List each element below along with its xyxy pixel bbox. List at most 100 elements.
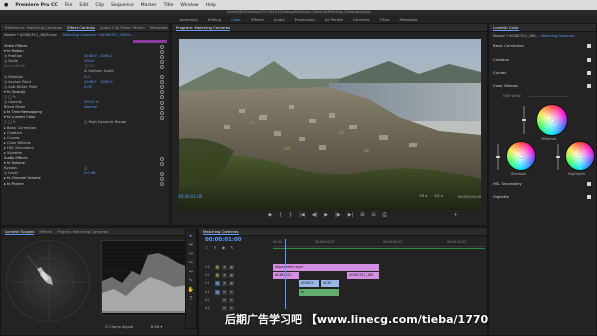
- highlights-brightness-slider[interactable]: [556, 144, 559, 170]
- track-lock-icon[interactable]: 🔒: [215, 273, 220, 278]
- button-editor-icon[interactable]: +: [454, 212, 458, 218]
- track-mute-icon[interactable]: M: [222, 290, 227, 295]
- midtones-color-wheel[interactable]: [536, 104, 568, 136]
- tab-program-monitor[interactable]: Program: Matching Cameras: [176, 25, 231, 31]
- track-mute-icon[interactable]: M: [222, 298, 227, 303]
- workspace-titles[interactable]: Titles: [379, 17, 389, 22]
- section-curves[interactable]: Curves: [493, 70, 593, 76]
- timeline-timecode[interactable]: 00:00:01:00: [205, 237, 241, 243]
- effect-row[interactable]: ▸ fx Panner: [4, 182, 168, 187]
- time-ruler[interactable]: 00:00 00:00:04:23 00:00:09:23 00:00:14:2…: [273, 239, 485, 247]
- linked-selection-icon[interactable]: ⚲: [214, 245, 219, 250]
- menu-marker[interactable]: Marker: [141, 3, 157, 8]
- type-tool-icon[interactable]: T: [188, 296, 195, 302]
- workspace-effects[interactable]: Effects: [251, 17, 264, 22]
- step-forward-icon[interactable]: |▶: [335, 212, 341, 218]
- video-clip[interactable]: A038C5: [299, 280, 319, 287]
- tab-effects[interactable]: Effects: [39, 229, 52, 234]
- menu-sequence[interactable]: Sequence: [111, 3, 134, 8]
- selection-tool-icon[interactable]: ▸: [188, 233, 195, 239]
- reset-parameter-icon[interactable]: [160, 85, 164, 90]
- playback-resolution-dropdown[interactable]: 1/2 ▾: [434, 194, 443, 199]
- highlights-wheel-handle[interactable]: [578, 154, 582, 158]
- reset-parameter-icon[interactable]: [160, 75, 164, 80]
- tab-lumetri-scopes[interactable]: Lumetri Scopes: [5, 229, 35, 235]
- track-lock-icon[interactable]: 🔒: [215, 265, 220, 270]
- workspace-metadata[interactable]: Metadata: [400, 17, 418, 22]
- tab-metadata[interactable]: Metadata: [150, 25, 168, 30]
- program-timecode[interactable]: 00:00:01:00: [178, 194, 202, 199]
- section-enable-checkbox[interactable]: [587, 182, 591, 186]
- reset-parameter-icon[interactable]: [160, 100, 164, 105]
- lumetri-clip-selector[interactable]: Matching Cameras...: [541, 34, 577, 39]
- workspace-editing[interactable]: Editing: [208, 17, 221, 22]
- tab-lumetri-color[interactable]: Lumetri Color: [493, 25, 519, 31]
- clamp-signal-checkbox[interactable]: ☐ Clamp Signal: [105, 325, 133, 330]
- bit-depth-dropdown[interactable]: 8 Bit ▾: [151, 325, 162, 330]
- reset-parameter-icon[interactable]: [160, 64, 164, 69]
- track-eye-icon[interactable]: ◉: [229, 273, 234, 278]
- tab-effect-controls[interactable]: Effect Controls: [67, 25, 95, 31]
- hdr-white-slider[interactable]: [529, 96, 569, 97]
- hand-tool-icon[interactable]: ✋: [188, 287, 195, 293]
- section-basic-correction[interactable]: Basic Correction: [493, 43, 593, 49]
- reset-parameter-icon[interactable]: [160, 54, 164, 59]
- adjustment-layer-clip[interactable]: Adjustment Layer: [273, 264, 379, 271]
- mark-out-icon[interactable]: }: [289, 212, 292, 218]
- track-target-icon[interactable]: ▣: [215, 281, 220, 286]
- step-back-icon[interactable]: ◀|: [312, 212, 318, 218]
- workspace-color[interactable]: Color: [231, 17, 241, 22]
- menu-edit[interactable]: Edit: [79, 3, 88, 8]
- apple-menu-icon[interactable]: ●: [4, 2, 8, 8]
- lumetri-source-selector[interactable]: Master * A038C511_180...: [493, 34, 539, 39]
- extract-icon[interactable]: ⊟: [371, 212, 375, 218]
- tab-sequence-matching-cameras[interactable]: Matching Cameras: [203, 229, 239, 235]
- snap-icon[interactable]: ⊂: [205, 245, 210, 250]
- source-clip-selector[interactable]: Master * A038C511_180F.mov: [4, 33, 57, 38]
- video-clip[interactable]: A038: [321, 280, 339, 287]
- playhead[interactable]: [285, 239, 286, 309]
- section-enable-checkbox[interactable]: [587, 58, 591, 62]
- workspace-production[interactable]: Production: [295, 17, 315, 22]
- section-enable-checkbox[interactable]: [587, 71, 591, 75]
- tab-reference-monitor[interactable]: Reference: Matching Cameras: [5, 25, 62, 30]
- tab-project[interactable]: Project: Matching Cameras: [57, 229, 108, 234]
- reset-parameter-icon[interactable]: [160, 105, 164, 110]
- program-video-frame[interactable]: [179, 39, 481, 210]
- tab-audio-clip-mixer[interactable]: Audio Clip Mixer: Match: [100, 25, 145, 30]
- shadows-wheel-handle[interactable]: [519, 154, 523, 158]
- timeline-settings-icon[interactable]: ✎: [230, 245, 235, 250]
- sequence-clip-selector[interactable]: Matching Cameras * A038C511_18001...: [63, 33, 134, 38]
- razor-tool-icon[interactable]: ✂: [188, 260, 195, 266]
- reset-parameter-icon[interactable]: [160, 110, 164, 115]
- reset-parameter-icon[interactable]: [160, 80, 164, 85]
- shadows-color-wheel[interactable]: [506, 141, 536, 171]
- reset-parameter-icon[interactable]: [160, 95, 164, 100]
- reset-parameter-icon[interactable]: [160, 59, 164, 64]
- reset-parameter-icon[interactable]: [160, 171, 164, 176]
- add-marker-timeline-icon[interactable]: ◆: [222, 245, 227, 250]
- video-clip[interactable]: A038C511_180: [347, 272, 379, 279]
- go-to-out-icon[interactable]: ▶|: [348, 212, 354, 218]
- reset-parameter-icon[interactable]: [160, 156, 164, 161]
- menu-help[interactable]: Help: [206, 3, 216, 8]
- menu-window[interactable]: Window: [180, 3, 198, 8]
- reset-parameter-icon[interactable]: [160, 182, 164, 187]
- app-menu[interactable]: Premiere Pro CC: [15, 3, 57, 8]
- reset-parameter-icon[interactable]: [160, 176, 164, 181]
- section-color-wheels[interactable]: Color Wheels: [493, 83, 593, 89]
- midtones-brightness-slider[interactable]: [522, 106, 525, 134]
- ripple-edit-tool-icon[interactable]: ↔: [188, 251, 195, 257]
- track-sync-icon[interactable]: ⇵: [222, 281, 227, 286]
- section-vignette[interactable]: Vignette: [493, 194, 593, 200]
- mark-in-icon[interactable]: {: [279, 212, 282, 218]
- menu-clip[interactable]: Clip: [95, 3, 104, 8]
- workspace-audio[interactable]: Audio: [274, 17, 285, 22]
- menu-file[interactable]: File: [65, 3, 73, 8]
- reset-parameter-icon[interactable]: [160, 44, 164, 49]
- track-select-tool-icon[interactable]: ⇹: [188, 242, 195, 248]
- slip-tool-icon[interactable]: ⇔: [188, 269, 195, 275]
- track-sync-icon[interactable]: ⇵: [222, 273, 227, 278]
- add-marker-icon[interactable]: ◆: [268, 212, 272, 218]
- reset-parameter-icon[interactable]: [160, 161, 164, 166]
